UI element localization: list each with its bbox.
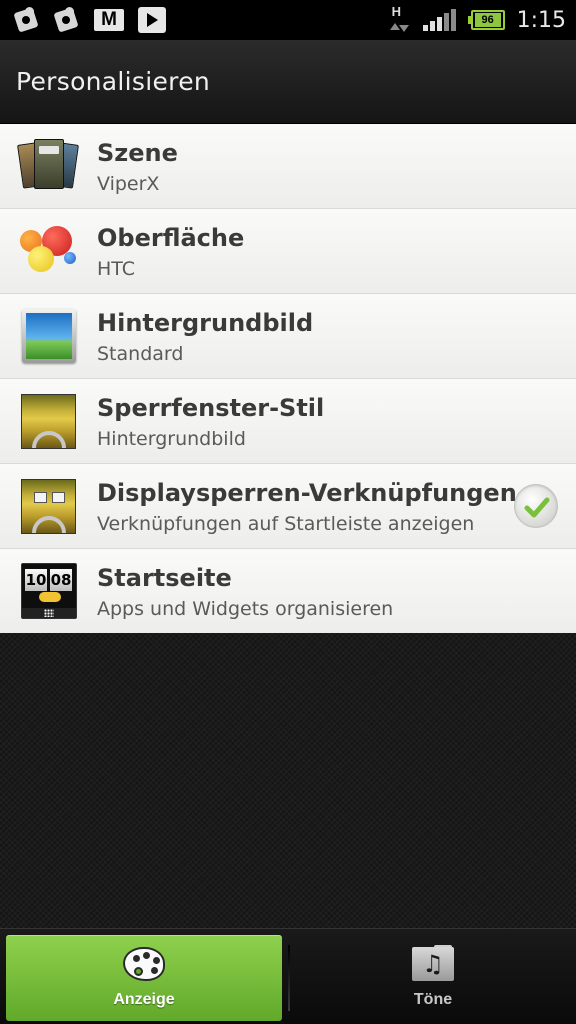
puzzle-icon [53, 7, 80, 33]
status-bar[interactable]: M H 96 1:15 [0, 0, 576, 40]
setting-row-skin[interactable]: Oberfläche HTC [0, 209, 576, 294]
notification-icons: M [13, 7, 180, 33]
setting-subtitle: Standard [97, 343, 184, 365]
setting-title: Szene [97, 139, 178, 167]
signal-strength-icon [421, 9, 456, 31]
page-title: Personalisieren [16, 67, 211, 96]
system-icons: H 96 1:15 [375, 4, 566, 36]
app-header: Personalisieren [0, 40, 576, 124]
setting-row-lockscreen-style[interactable]: Sperrfenster-Stil Hintergrundbild [0, 379, 576, 464]
battery-level: 96 [474, 13, 501, 27]
play-store-icon [138, 7, 166, 33]
tab-sounds[interactable]: ♫ Töne [296, 935, 570, 1021]
puzzle-icon [13, 7, 40, 33]
check-icon [524, 497, 550, 518]
setting-title: Startseite [97, 564, 232, 592]
setting-row-home[interactable]: 10 08 Startseite Apps und Widgets organi… [0, 549, 576, 633]
network-type-icon: H [387, 4, 409, 36]
gmail-icon: M [94, 9, 124, 31]
tab-label: Anzeige [113, 991, 175, 1008]
setting-subtitle: Hintergrundbild [97, 428, 246, 450]
setting-title: Displaysperren-Verknüpfungen [97, 479, 517, 507]
clock-hours: 10 [25, 569, 47, 591]
settings-list: Szene ViperX Oberfläche HTC Hintergrundb… [0, 124, 576, 633]
setting-subtitle: Apps und Widgets organisieren [97, 598, 394, 620]
music-note-icon: ♫ [410, 945, 456, 983]
setting-subtitle: Verknüpfungen auf Startleiste anzeigen [97, 513, 475, 535]
home-icon: 10 08 [20, 562, 77, 619]
setting-title: Hintergrundbild [97, 309, 314, 337]
lockscreen-icon [20, 392, 76, 449]
tab-display[interactable]: Anzeige [6, 935, 282, 1021]
setting-row-wallpaper[interactable]: Hintergrundbild Standard [0, 294, 576, 379]
setting-row-scene[interactable]: Szene ViperX [0, 124, 576, 209]
clock-minutes: 08 [50, 569, 72, 591]
setting-subtitle: HTC [97, 258, 136, 280]
palette-icon [121, 945, 167, 983]
status-clock: 1:15 [516, 7, 566, 33]
shortcuts-checkbox[interactable] [514, 484, 558, 528]
setting-subtitle: ViperX [97, 173, 160, 195]
setting-row-lockscreen-shortcuts[interactable]: Displaysperren-Verknüpfungen Verknüpfung… [0, 464, 576, 549]
wallpaper-icon [20, 307, 76, 363]
tab-label: Töne [413, 991, 453, 1008]
tab-divider [288, 945, 290, 1011]
scene-icon [17, 137, 79, 193]
lockscreen-shortcuts-icon [20, 477, 76, 534]
bottom-tab-bar: Anzeige ♫ Töne [0, 928, 576, 1024]
skin-icon [20, 222, 76, 278]
setting-title: Sperrfenster-Stil [97, 394, 325, 422]
battery-icon: 96 [467, 10, 505, 30]
network-type-label: H [391, 4, 401, 19]
setting-title: Oberfläche [97, 224, 245, 252]
